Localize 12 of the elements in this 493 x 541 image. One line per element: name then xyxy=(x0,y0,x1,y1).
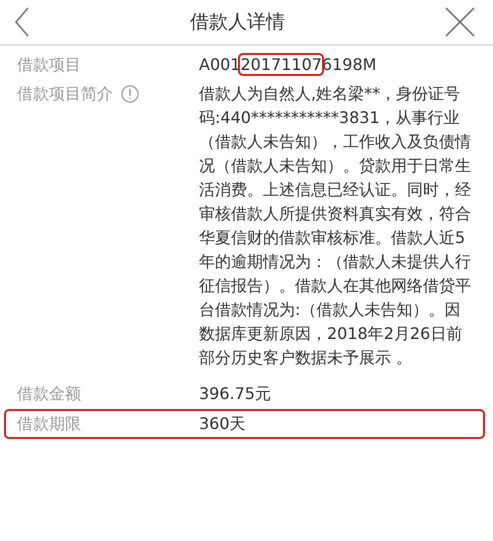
close-icon[interactable] xyxy=(445,7,475,37)
page-title: 借款人详情 xyxy=(190,10,285,35)
back-icon[interactable] xyxy=(14,7,30,37)
field-label: 借款项目简介 xyxy=(17,83,113,105)
field-label: 借款金额 xyxy=(17,383,81,405)
field-value: 借款人为自然人,姓名梁**，身份证号码:440***********3831，从事行业（借款人未告知），工作收入及负债情况（借款人未告知）。贷款用于日常生活消费。上述信息已经认证。同时，经审核借款人所提供资料真实有效，符合华夏信财的借款审核标准。借款人近5年的逾期情况为：（借款人未提供人行征信报告）。借款人在其他网络借贷平台借款情况为:（借款人未告知）。因数据库更新原因，2018年2月26日前部分历史客户数据未予展示 。 xyxy=(199,83,472,369)
info-icon[interactable] xyxy=(121,85,139,103)
field-value: A001 20171107 6198M xyxy=(199,54,378,76)
field-value: 360天 xyxy=(199,413,247,435)
field-label: 借款期限 xyxy=(17,413,81,435)
field-value: 396.75元 xyxy=(199,383,272,405)
field-label: 借款项目 xyxy=(17,54,81,76)
